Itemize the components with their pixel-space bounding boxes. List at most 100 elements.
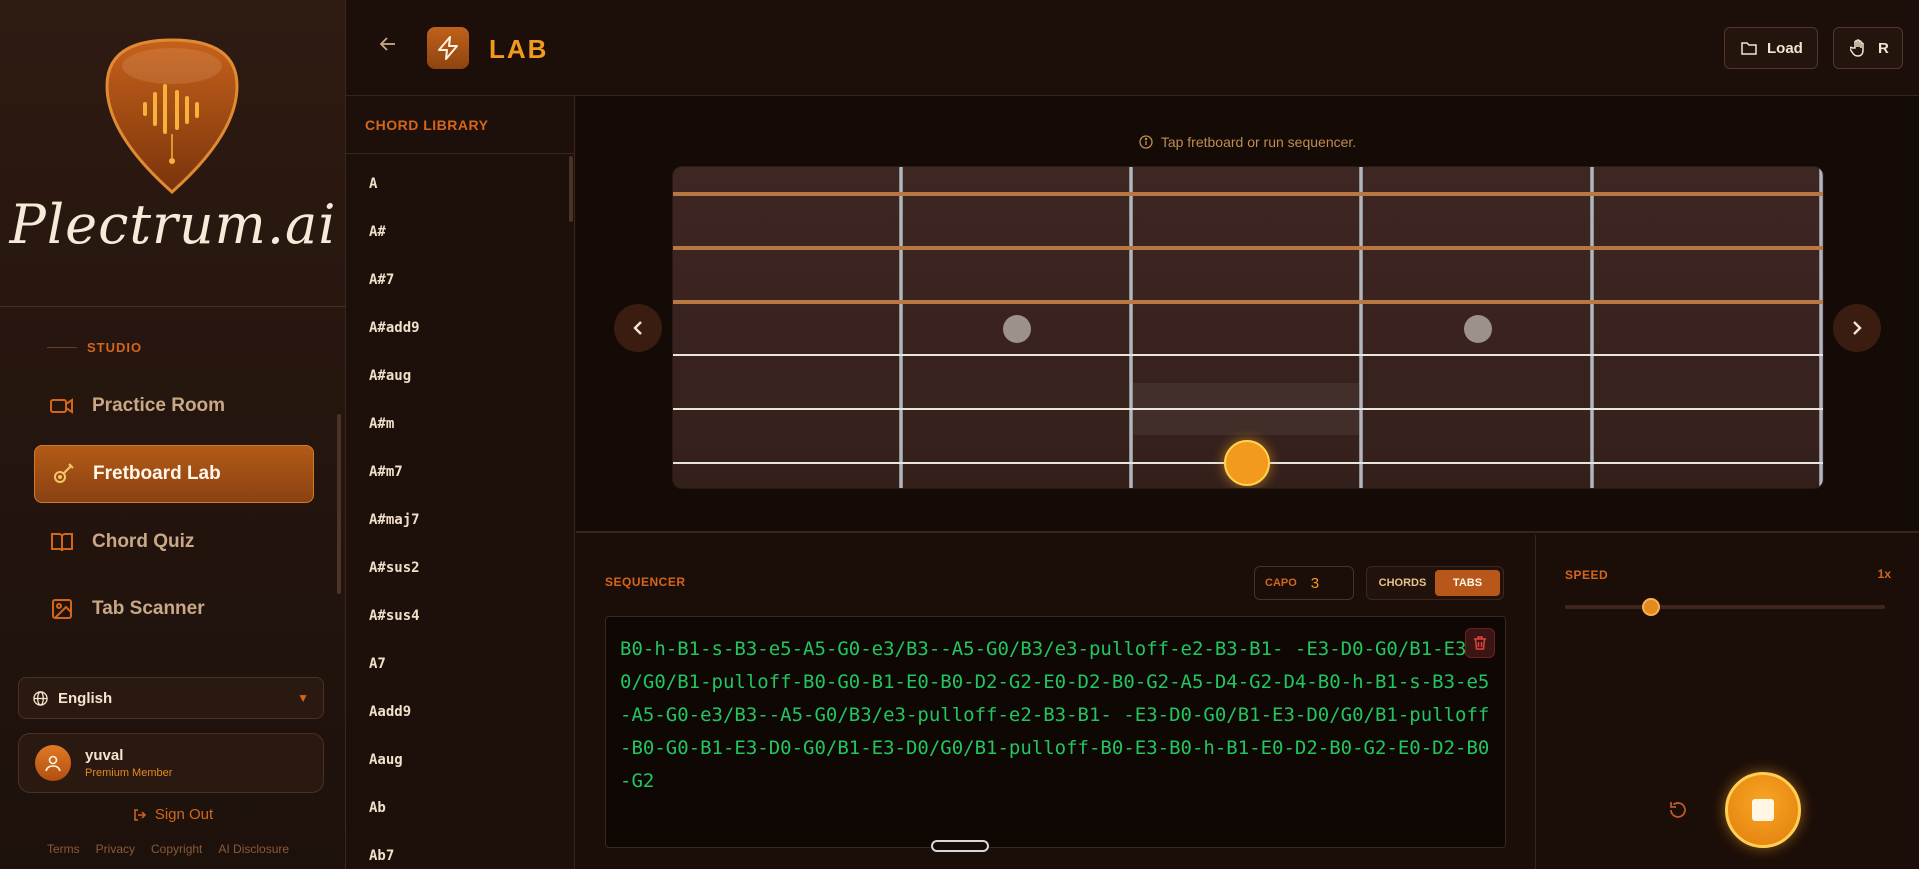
fret-wire — [1359, 167, 1363, 488]
chord-item[interactable]: A#aug — [369, 368, 411, 384]
top-header: LAB Load R — [346, 0, 1919, 96]
reset-button[interactable] — [1667, 799, 1689, 826]
footer-link-terms[interactable]: Terms — [47, 842, 80, 856]
fret-inlay-marker — [1464, 315, 1492, 343]
capo-input[interactable]: CAPO 3 — [1254, 566, 1354, 600]
chord-item[interactable]: A#m7 — [369, 464, 403, 480]
mode-toggle: CHORDS TABS — [1366, 566, 1504, 600]
sign-out-icon — [133, 808, 147, 822]
tab-textarea[interactable]: B0-h-B1-s-B3-e5-A5-G0-e3/B3--A5-G0/B3/e3… — [605, 616, 1506, 848]
chord-library-title: CHORD LIBRARY — [346, 96, 574, 154]
speed-slider[interactable] — [1565, 605, 1885, 609]
resize-handle[interactable] — [931, 840, 989, 852]
language-value: English — [58, 689, 113, 707]
chord-item[interactable]: A#maj7 — [369, 512, 420, 528]
library-scrollbar[interactable] — [569, 156, 573, 222]
chord-item[interactable]: A# — [369, 224, 386, 240]
sidebar-scrollbar[interactable] — [337, 414, 341, 594]
back-arrow-icon[interactable] — [378, 34, 398, 60]
hand-mode-label: R — [1878, 39, 1889, 57]
prev-arrow-button[interactable] — [614, 304, 662, 352]
chord-item[interactable]: Ab — [369, 800, 386, 816]
fret-wire — [899, 167, 903, 488]
sidebar-item-label: Chord Quiz — [92, 531, 195, 552]
chevron-down-icon: ▼ — [297, 691, 309, 705]
mode-tabs-button[interactable]: TABS — [1435, 570, 1500, 596]
load-label: Load — [1767, 39, 1803, 57]
fret-inlay-marker — [1003, 315, 1031, 343]
trash-icon — [1474, 636, 1486, 650]
speed-label: SPEED — [1565, 568, 1609, 582]
page-title: LAB — [489, 34, 549, 64]
fret-wire — [1590, 167, 1594, 488]
fret-wire — [1819, 167, 1823, 488]
footer-link-ai-disclosure[interactable]: AI Disclosure — [218, 842, 289, 856]
sidebar: Plectrum.ai STUDIO Practice Room Fretboa… — [0, 0, 346, 869]
tab-text: B0-h-B1-s-B3-e5-A5-G0-e3/B3--A5-G0/B3/e3… — [620, 638, 1490, 792]
chord-item[interactable]: A#m — [369, 416, 394, 432]
hand-icon — [1850, 39, 1868, 57]
string-1[interactable] — [673, 192, 1823, 196]
sidebar-item-tab-scanner[interactable]: Tab Scanner — [34, 580, 314, 638]
active-note-marker[interactable] — [1224, 440, 1270, 486]
capo-value: 3 — [1310, 574, 1320, 592]
footer-link-copyright[interactable]: Copyright — [151, 842, 202, 856]
logo-area: Plectrum.ai — [0, 0, 346, 307]
footer-link-privacy[interactable]: Privacy — [96, 842, 135, 856]
string-2[interactable] — [673, 246, 1823, 250]
speed-slider-fill — [1565, 605, 1652, 609]
sidebar-item-label: Tab Scanner — [92, 598, 205, 619]
next-arrow-button[interactable] — [1833, 304, 1881, 352]
chord-item[interactable]: Ab7 — [369, 848, 394, 864]
user-tier: Premium Member — [85, 767, 173, 779]
footer-links: Terms Privacy Copyright AI Disclosure — [47, 842, 289, 856]
language-select[interactable]: English ▼ — [18, 677, 324, 719]
user-card[interactable]: yuval Premium Member — [18, 733, 324, 793]
sign-out-link[interactable]: Sign Out — [0, 806, 346, 823]
speed-slider-thumb[interactable] — [1642, 598, 1661, 616]
hand-mode-button[interactable]: R — [1833, 27, 1903, 69]
chevron-left-icon — [633, 321, 642, 335]
chord-item[interactable]: A#sus2 — [369, 560, 420, 576]
clear-button[interactable] — [1465, 628, 1495, 658]
sequencer-panel: SEQUENCER CAPO 3 CHORDS TABS B0-h-B1-s-B… — [576, 535, 1536, 869]
guitar-icon — [49, 460, 77, 488]
load-button[interactable]: Load — [1724, 27, 1818, 69]
string-4[interactable] — [673, 354, 1823, 356]
chord-item[interactable]: A7 — [369, 656, 386, 672]
sidebar-item-label: Fretboard Lab — [93, 463, 221, 484]
user-name: yuval — [85, 747, 124, 764]
fretboard[interactable] — [672, 166, 1824, 489]
folder-icon — [1741, 41, 1757, 55]
chord-item[interactable]: A — [369, 176, 377, 192]
sidebar-item-practice-room[interactable]: Practice Room — [34, 377, 314, 435]
chord-item[interactable]: Aadd9 — [369, 704, 411, 720]
fret-wire — [1129, 167, 1133, 488]
sidebar-item-chord-quiz[interactable]: Chord Quiz — [34, 513, 314, 571]
chord-library: CHORD LIBRARY A A# A#7 A#add9 A#aug A#m … — [346, 96, 575, 869]
fretboard-area: Tap fretboard or run sequencer. — [576, 96, 1919, 533]
image-icon — [48, 595, 76, 623]
speed-panel: SPEED 1x — [1537, 535, 1919, 869]
speed-value: 1x — [1877, 567, 1891, 581]
info-icon — [1139, 135, 1153, 149]
stop-icon — [1752, 799, 1774, 821]
capo-label: CAPO — [1265, 577, 1297, 589]
hint-text: Tap fretboard or run sequencer. — [1160, 134, 1357, 150]
chord-item[interactable]: A#add9 — [369, 320, 420, 336]
avatar — [35, 745, 71, 781]
string-5[interactable] — [673, 408, 1823, 410]
book-icon — [48, 528, 76, 556]
string-3[interactable] — [673, 300, 1823, 304]
chord-item[interactable]: A#sus4 — [369, 608, 420, 624]
sequencer-label: SEQUENCER — [605, 575, 686, 589]
chevron-right-icon — [1853, 321, 1862, 335]
mode-chords-button[interactable]: CHORDS — [1370, 570, 1435, 596]
video-icon — [48, 392, 76, 420]
sidebar-item-fretboard-lab[interactable]: Fretboard Lab — [34, 445, 314, 503]
chord-item[interactable]: A#7 — [369, 272, 394, 288]
section-label-studio: STUDIO — [47, 340, 142, 355]
chord-item[interactable]: Aaug — [369, 752, 403, 768]
fretboard-hint: Tap fretboard or run sequencer. — [576, 134, 1919, 150]
stop-button[interactable] — [1725, 772, 1801, 848]
